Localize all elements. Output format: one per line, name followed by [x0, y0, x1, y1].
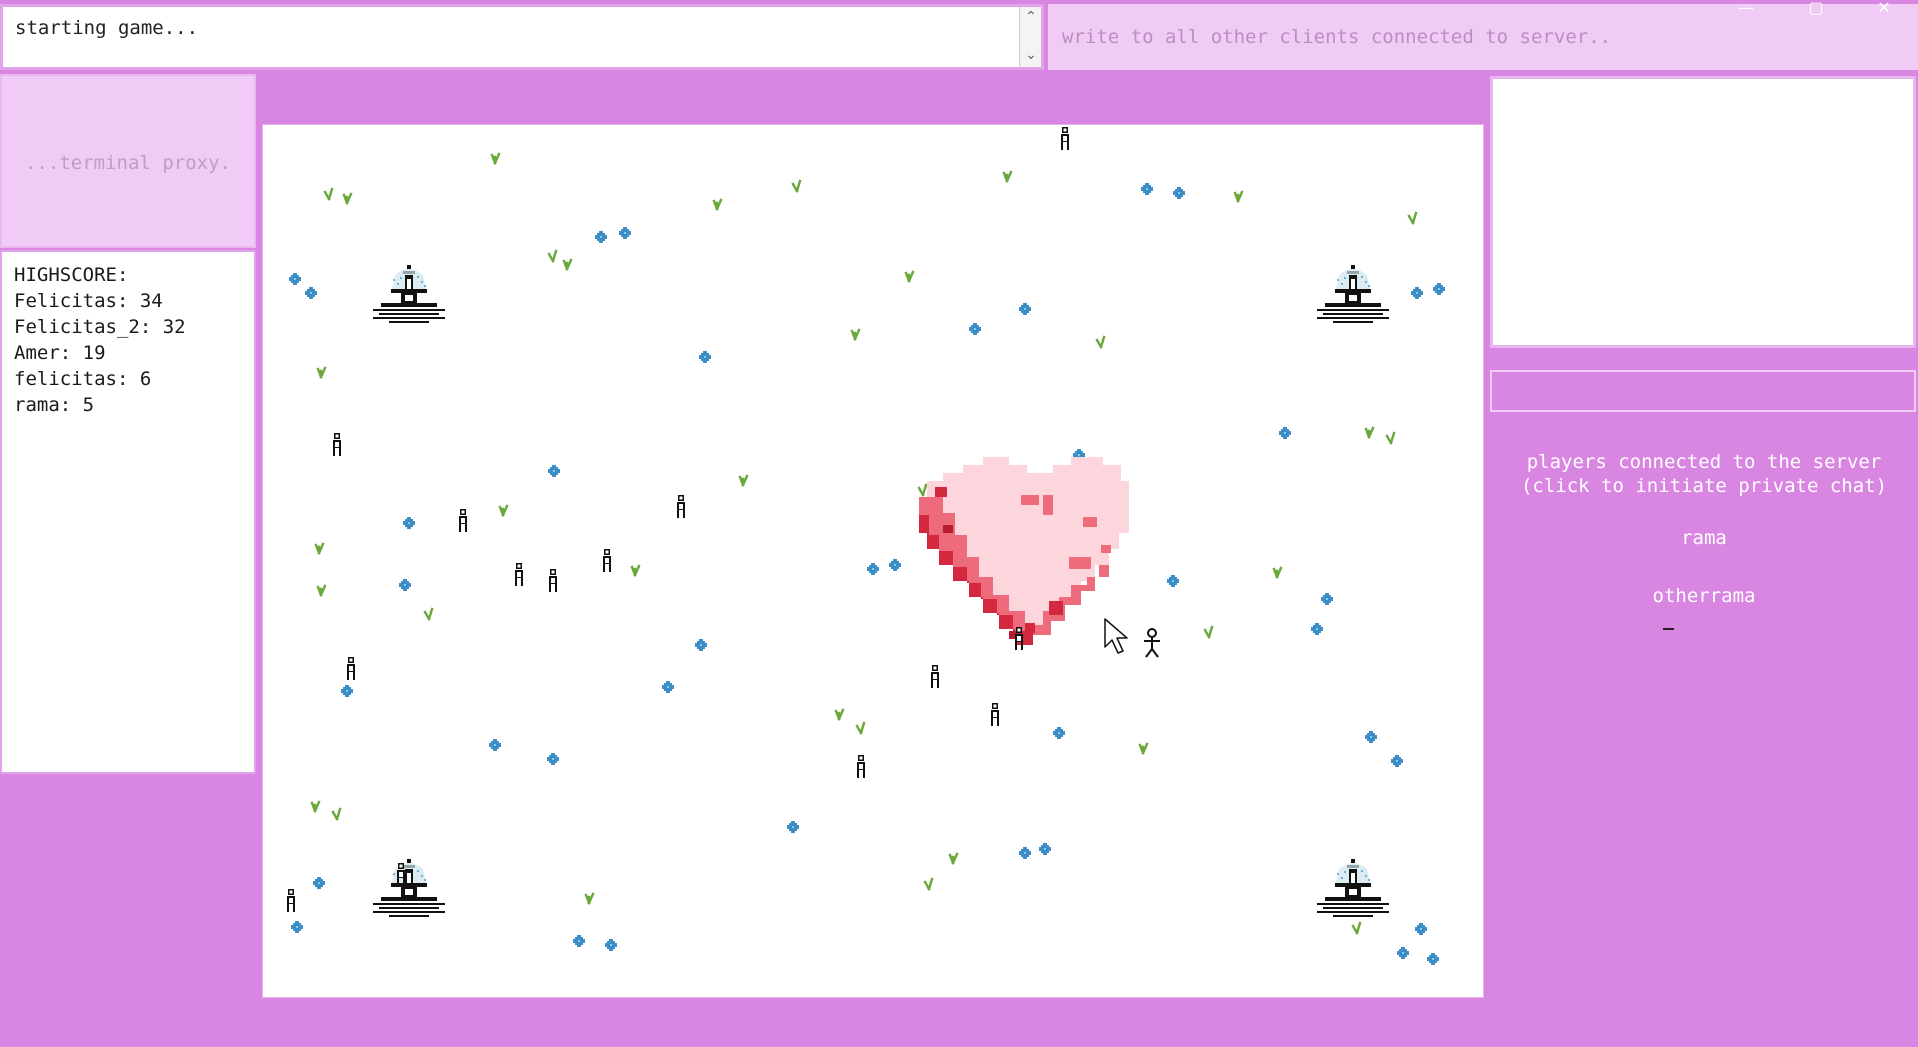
highscore-entry: Amer: 19 — [14, 342, 106, 364]
highscore-entry: Felicitas_2: 32 — [14, 316, 186, 338]
highscore-entry: rama: 5 — [14, 394, 95, 416]
person-icon — [603, 549, 611, 572]
highscore-panel: HIGHSCORE: Felicitas: 34 Felicitas_2: 32… — [0, 250, 256, 774]
person-icon — [931, 665, 939, 688]
players-panel: players connected to the server (click t… — [1490, 450, 1918, 750]
person-icon — [1061, 127, 1069, 150]
players-heading-line1: players connected to the server — [1526, 451, 1882, 473]
person-icon — [857, 755, 865, 778]
broadcast-input[interactable] — [1048, 4, 1918, 70]
person-icon — [1015, 627, 1023, 650]
fountain-icon — [373, 859, 445, 917]
chevron-down-icon[interactable]: ⌄ — [1023, 47, 1039, 63]
person-icon — [677, 495, 685, 518]
chevron-up-icon[interactable]: ⌃ — [1023, 9, 1039, 25]
player-link-rama[interactable]: rama — [1490, 526, 1918, 550]
console-log-text: starting game... — [15, 17, 199, 39]
person-icon — [549, 569, 557, 592]
person-icon — [333, 433, 341, 456]
heart-icon[interactable] — [919, 457, 1129, 645]
game-canvas[interactable] — [262, 124, 1484, 998]
highscore-entry: Felicitas: 34 — [14, 290, 163, 312]
private-chat-display[interactable] — [1490, 76, 1916, 348]
highscore-title: HIGHSCORE: — [14, 264, 129, 286]
person-icon — [991, 703, 999, 726]
flower-layer — [289, 183, 1445, 965]
console-scrollbar[interactable]: ⌃ ⌄ — [1019, 7, 1041, 67]
mouse-pointer-icon — [1104, 618, 1128, 654]
person-icon — [287, 889, 295, 912]
maximize-icon[interactable]: ▢ — [1796, 0, 1836, 18]
close-icon[interactable]: ✕ — [1864, 0, 1904, 18]
highscore-entry: felicitas: 6 — [14, 368, 152, 390]
private-chat-input[interactable] — [1490, 370, 1916, 412]
person-icon — [515, 563, 523, 586]
text-caret — [1662, 628, 1674, 630]
minimize-icon[interactable]: — — [1726, 0, 1766, 18]
fountain-icon — [1317, 265, 1389, 323]
fountain-icon — [373, 265, 445, 323]
console-log[interactable]: starting game... ⌃ ⌄ — [0, 4, 1044, 70]
person-icon — [347, 657, 355, 680]
player-link-otherrama[interactable]: otherrama — [1490, 584, 1918, 608]
terminal-proxy-placeholder: ...terminal proxy. — [25, 152, 231, 174]
person-icon — [459, 509, 467, 532]
fountain-icon — [1317, 859, 1389, 917]
players-heading-line2: (click to initiate private chat) — [1520, 475, 1888, 497]
player-avatar — [1144, 628, 1160, 658]
terminal-proxy[interactable]: ...terminal proxy. — [0, 74, 256, 248]
grass-layer — [310, 152, 1418, 935]
